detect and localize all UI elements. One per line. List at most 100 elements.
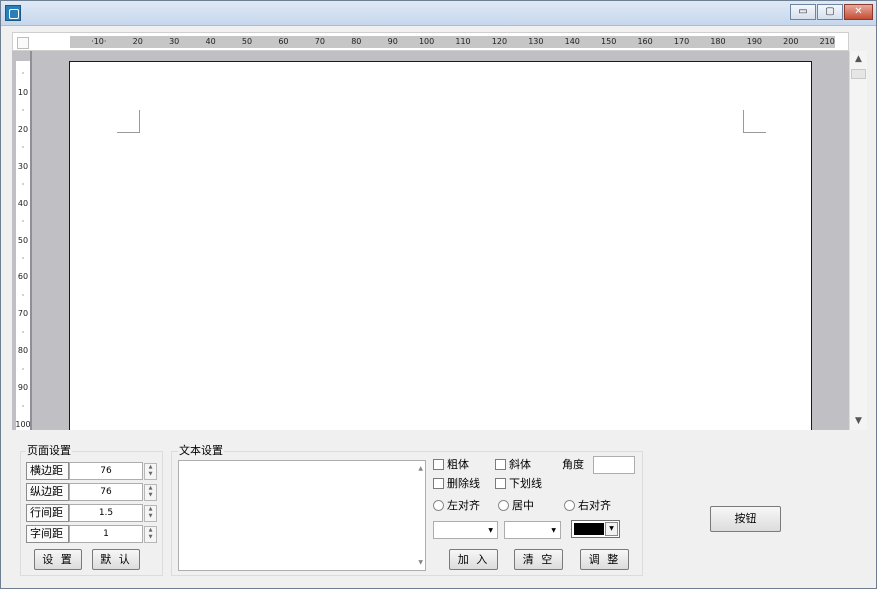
ruler-v-tick: 80 xyxy=(17,346,29,356)
ruler-v-tick: 50 xyxy=(17,235,29,245)
document-canvas[interactable]: · 10 · 20 · 30 · 40 · 50 · 60 · 70 · 80 · 90 · 100 xyxy=(12,51,849,430)
align-center-label: 居中 xyxy=(512,499,534,512)
minimize-icon: ▭ xyxy=(798,6,808,17)
ruler-v-tick: · xyxy=(21,69,25,79)
ruler-h-tick: 100 xyxy=(418,37,435,46)
line-spacing-label: 行间距 xyxy=(26,504,69,522)
horizontal-ruler-ticks: ·10· 20 30 40 50 60 70 80 90 100 110 120 130 140 150 16… xyxy=(70,36,835,48)
textarea-scroll-down-icon[interactable]: ▼ xyxy=(418,559,423,566)
angle-label: 角度 xyxy=(562,458,584,471)
strikethrough-label: 删除线 xyxy=(447,477,480,490)
ruler-v-tick: · xyxy=(21,401,25,411)
text-input-area[interactable]: ▲ ▼ xyxy=(178,460,426,571)
vertical-margin-spinner[interactable]: ▲ ▼ xyxy=(144,484,157,501)
close-button[interactable]: ✕ xyxy=(844,4,873,20)
ruler-v-tick: · xyxy=(21,106,25,116)
align-right-radio[interactable] xyxy=(564,500,575,511)
ruler-v-tick: · xyxy=(21,327,25,337)
ruler-h-tick: 160 xyxy=(637,37,653,46)
document-page[interactable] xyxy=(69,61,812,430)
size-dropdown[interactable]: ▼ xyxy=(504,521,561,539)
ruler-h-tick: 190 xyxy=(746,37,763,46)
app-icon[interactable] xyxy=(5,5,21,21)
vertical-margin-label: 纵边距 xyxy=(26,483,69,501)
ruler-v-tick: · xyxy=(21,180,25,190)
extra-button[interactable]: 按钮 xyxy=(710,506,781,532)
ruler-h-tick: 180 xyxy=(710,37,726,46)
ruler-h-tick: 50 xyxy=(241,37,253,46)
adjust-button[interactable]: 调 整 xyxy=(580,549,629,570)
color-swatch xyxy=(574,523,604,535)
horizontal-margin-spinner[interactable]: ▲ ▼ xyxy=(144,463,157,480)
bold-checkbox[interactable] xyxy=(433,459,444,470)
ruler-corner-box xyxy=(17,37,29,49)
add-button[interactable]: 加 入 xyxy=(449,549,498,570)
ruler-v-tick: 70 xyxy=(17,309,29,319)
ruler-h-tick: 210 xyxy=(819,37,835,46)
ruler-h-tick: 150 xyxy=(601,37,617,46)
horizontal-margin-input[interactable]: 76 xyxy=(69,462,143,480)
ruler-v-tick: 100 xyxy=(15,420,31,430)
ruler-v-tick: · xyxy=(21,364,25,374)
horizontal-ruler-strip: ·10· 20 30 40 50 60 70 80 90 100 110 120 130 140 150 16… xyxy=(70,36,835,48)
underline-checkbox[interactable] xyxy=(495,478,506,489)
align-center-radio[interactable] xyxy=(498,500,509,511)
ruler-h-tick: 40 xyxy=(205,37,216,46)
ruler-v-tick: 40 xyxy=(17,198,29,208)
ruler-h-tick: 20 xyxy=(132,37,143,46)
underline-label: 下划线 xyxy=(509,477,542,490)
top-left-margin-mark xyxy=(117,110,140,133)
chevron-down-icon: ▼ xyxy=(488,527,493,534)
maximize-icon: ▢ xyxy=(825,6,835,17)
caption-buttons: ▭ ▢ ✕ xyxy=(789,4,873,20)
close-icon: ✕ xyxy=(854,6,863,17)
angle-input[interactable] xyxy=(593,456,635,474)
ruler-h-tick: 140 xyxy=(564,37,580,46)
ruler-v-tick: 30 xyxy=(17,161,29,171)
ruler-h-tick: ·10· xyxy=(91,37,107,46)
default-button[interactable]: 默 认 xyxy=(92,549,140,570)
ruler-v-tick: 10 xyxy=(17,87,29,97)
maximize-button[interactable]: ▢ xyxy=(817,4,843,20)
strikethrough-checkbox[interactable] xyxy=(433,478,444,489)
ruler-v-tick: · xyxy=(21,253,25,263)
ruler-v-tick: 60 xyxy=(17,272,29,282)
scroll-thumb[interactable] xyxy=(851,69,866,79)
char-spacing-label: 字间距 xyxy=(26,525,69,543)
ruler-v-tick: 20 xyxy=(17,124,29,134)
italic-checkbox[interactable] xyxy=(495,459,506,470)
char-spacing-input[interactable]: 1 xyxy=(69,525,143,543)
align-left-radio[interactable] xyxy=(433,500,444,511)
ruler-divider xyxy=(30,51,32,430)
ruler-h-tick: 60 xyxy=(278,37,289,46)
minimize-button[interactable]: ▭ xyxy=(790,4,816,20)
ruler-h-tick: 30 xyxy=(169,37,180,46)
ruler-v-tick: · xyxy=(21,217,25,227)
ruler-v-tick: · xyxy=(21,143,25,153)
line-spacing-spinner[interactable]: ▲ ▼ xyxy=(144,505,157,522)
ruler-h-tick: 170 xyxy=(673,37,690,46)
font-dropdown[interactable]: ▼ xyxy=(433,521,498,539)
italic-label: 斜体 xyxy=(509,458,531,471)
scroll-down-arrow-icon[interactable]: ▼ xyxy=(851,413,866,430)
clear-button[interactable]: 清 空 xyxy=(514,549,563,570)
main-window: ▭ ▢ ✕ ·10· 20 30 40 50 60 70 80 90 100 110 120 130 14… xyxy=(0,0,877,589)
vertical-ruler: · 10 · 20 · 30 · 40 · 50 · 60 · 70 · 80 · 90 · 100 xyxy=(15,61,31,430)
text-setup-title: 文本设置 xyxy=(178,444,224,457)
ruler-h-tick: 90 xyxy=(387,37,398,46)
top-right-margin-mark xyxy=(743,110,766,133)
chevron-down-icon[interactable]: ▼ xyxy=(605,522,618,536)
textarea-scroll-up-icon[interactable]: ▲ xyxy=(418,465,423,472)
text-color-picker[interactable]: ▼ xyxy=(571,520,620,538)
scroll-up-arrow-icon[interactable]: ▲ xyxy=(851,51,866,68)
align-left-label: 左对齐 xyxy=(447,499,480,512)
title-bar[interactable]: ▭ ▢ ✕ xyxy=(1,1,876,26)
vertical-margin-input[interactable]: 76 xyxy=(69,483,143,501)
bold-label: 粗体 xyxy=(447,458,469,471)
align-right-label: 右对齐 xyxy=(578,499,611,512)
horizontal-margin-label: 横边距 xyxy=(26,462,69,480)
char-spacing-spinner[interactable]: ▲ ▼ xyxy=(144,526,157,543)
line-spacing-input[interactable]: 1.5 xyxy=(69,504,143,522)
set-button[interactable]: 设 置 xyxy=(34,549,82,570)
vertical-scrollbar[interactable]: ▲ ▼ xyxy=(849,51,867,430)
